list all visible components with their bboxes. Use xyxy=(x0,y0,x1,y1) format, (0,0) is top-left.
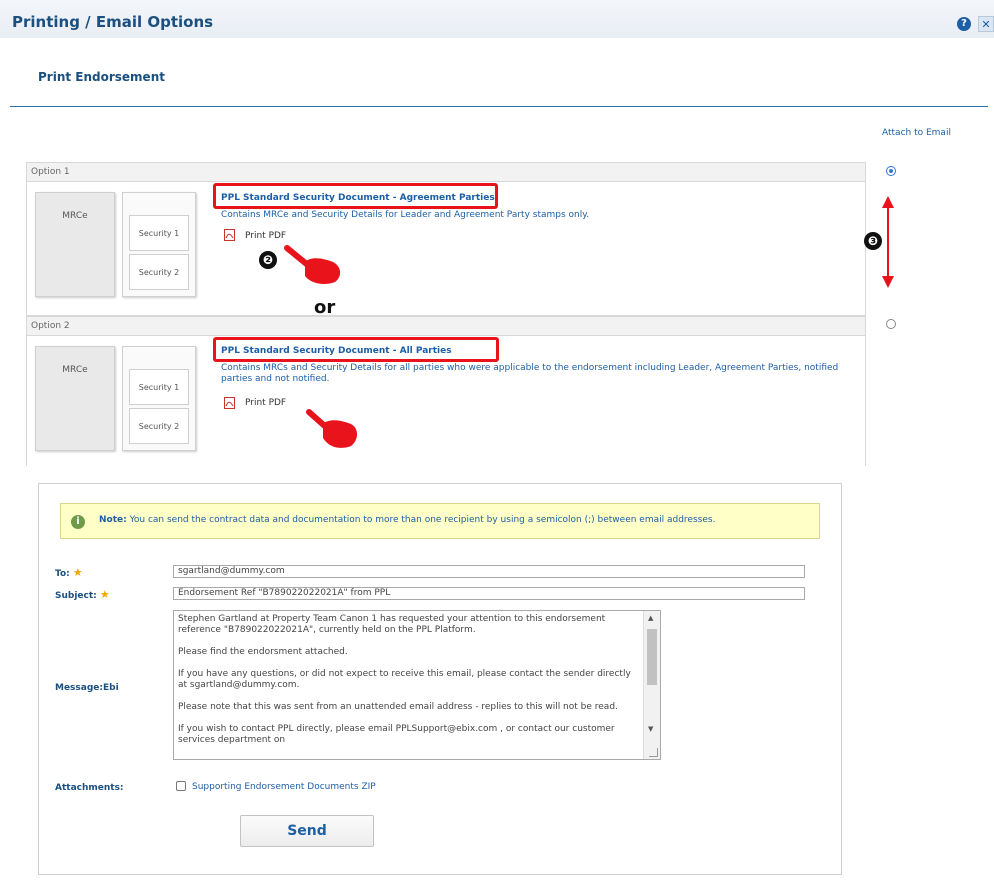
send-button[interactable]: Send xyxy=(240,815,374,847)
attach-option-2-radio[interactable] xyxy=(886,319,896,329)
dialog-title: Printing / Email Options xyxy=(12,13,214,31)
info-icon: i xyxy=(71,515,85,529)
note-body: You can send the contract data and docum… xyxy=(126,515,716,525)
doc-description: Contains MRCs and Security Details for a… xyxy=(221,363,839,384)
message-label: Message:Ebi xyxy=(55,683,119,693)
note-banner: i Note: You can send the contract data a… xyxy=(60,503,820,539)
required-star-icon: ★ xyxy=(72,566,83,579)
scroll-down-icon[interactable]: ▼ xyxy=(648,725,653,733)
pdf-icon[interactable] xyxy=(224,397,235,409)
security-2-box: Security 2 xyxy=(129,408,189,444)
pointing-hand-icon xyxy=(284,245,341,284)
print-pdf-link[interactable]: Print PDF xyxy=(245,398,286,408)
security-2-box: Security 2 xyxy=(129,254,189,290)
message-text: Stephen Gartland at Property Team Canon … xyxy=(178,614,631,745)
resize-grip-icon[interactable] xyxy=(649,748,658,757)
supporting-docs-checkbox[interactable] xyxy=(176,781,186,791)
supporting-docs-label[interactable]: Supporting Endorsement Documents ZIP xyxy=(192,782,376,792)
scroll-thumb[interactable] xyxy=(647,629,657,685)
subject-input[interactable]: Endorsement Ref "B789022022021A" from PP… xyxy=(173,587,805,600)
pdf-icon[interactable] xyxy=(224,229,235,241)
doc-description: Contains MRCe and Security Details for L… xyxy=(221,210,590,220)
section-divider xyxy=(10,106,988,107)
message-textarea[interactable]: Stephen Gartland at Property Team Canon … xyxy=(173,610,661,760)
question-circle-icon[interactable]: ? xyxy=(957,17,971,31)
required-star-icon: ★ xyxy=(99,588,110,601)
pointing-hand-icon xyxy=(306,409,357,448)
subject-label: Subject: ★ xyxy=(55,588,110,601)
to-label-text: To: xyxy=(55,569,70,579)
close-icon[interactable]: ✕ xyxy=(978,16,994,32)
attach-to-email-label: Attach to Email xyxy=(882,128,951,138)
option-1-header: Option 1 xyxy=(26,162,866,182)
to-input[interactable]: sgartland@dummy.com xyxy=(173,565,805,578)
dialog-titlebar: Printing / Email Options ? ✕ xyxy=(0,0,994,38)
print-pdf-link[interactable]: Print PDF xyxy=(245,231,286,241)
mrce-thumbnail: MRCe xyxy=(35,192,115,297)
note-text: Note: You can send the contract data and… xyxy=(99,515,715,525)
highlight-box xyxy=(213,183,498,209)
scroll-up-icon[interactable]: ▲ xyxy=(648,614,653,622)
security-thumbnail: Security 1 Security 2 xyxy=(122,346,196,451)
subject-label-text: Subject: xyxy=(55,591,97,601)
or-label: or xyxy=(314,297,336,318)
message-scrollbar[interactable]: ▲ ▼ xyxy=(643,611,660,759)
mrce-thumbnail: MRCe xyxy=(35,346,115,451)
attach-option-1-radio[interactable] xyxy=(886,166,896,176)
security-1-box: Security 1 xyxy=(129,369,189,405)
attachments-label: Attachments: xyxy=(55,783,124,793)
highlight-box xyxy=(213,337,499,362)
security-1-box: Security 1 xyxy=(129,215,189,251)
step-2-callout: ❷ xyxy=(259,251,277,269)
step-3-callout: ❸ xyxy=(864,232,882,250)
option-2-header: Option 2 xyxy=(26,316,866,336)
security-thumbnail: Security 1 Security 2 xyxy=(122,192,196,297)
section-title: Print Endorsement xyxy=(38,70,165,84)
to-label: To: ★ xyxy=(55,566,83,579)
note-bold: Note: xyxy=(99,515,127,525)
